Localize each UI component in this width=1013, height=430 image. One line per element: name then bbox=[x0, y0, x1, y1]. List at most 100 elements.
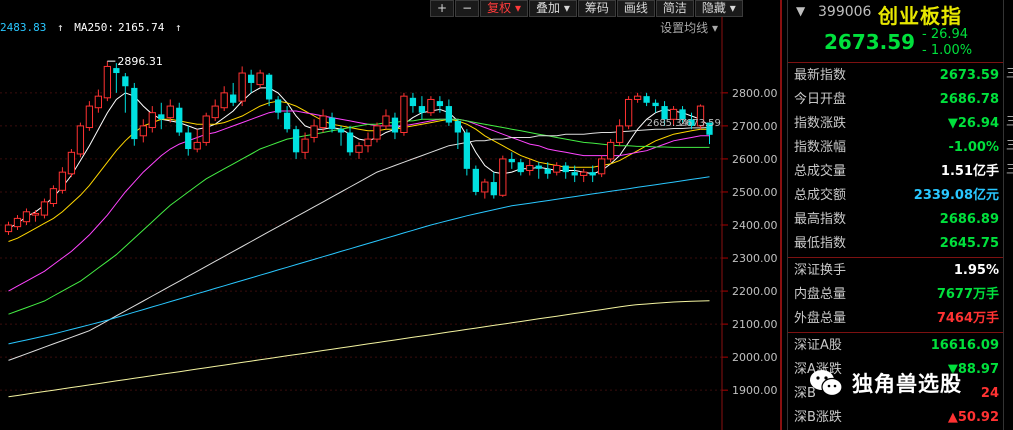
y-tick-label: 2700.00 bbox=[732, 120, 778, 133]
candle-body bbox=[113, 68, 120, 74]
candle-body bbox=[131, 87, 138, 140]
candle-body bbox=[49, 188, 58, 205]
restore-rights-button[interactable]: 复权 ▾ bbox=[480, 0, 528, 17]
ma250-label: MA250: bbox=[74, 21, 114, 34]
quote-row: 深证A股 16616.09 bbox=[788, 334, 1003, 358]
quote-row-value: -1.00% bbox=[948, 140, 1000, 155]
candle-body bbox=[607, 141, 615, 160]
quote-row: 最低指数 2645.75 bbox=[788, 232, 1003, 256]
y-tick-label: 2400.00 bbox=[732, 219, 778, 232]
candle-body bbox=[265, 74, 273, 100]
candle-body bbox=[427, 98, 435, 114]
y-tick-label: 2000.00 bbox=[732, 351, 778, 364]
candle-body bbox=[400, 95, 408, 133]
candle-body bbox=[238, 72, 246, 102]
watermark: 独角兽选股 bbox=[808, 368, 962, 398]
candle-body bbox=[436, 101, 444, 107]
quote-row-label: 总成交量 bbox=[794, 164, 847, 179]
candle-body bbox=[202, 115, 210, 143]
collapse-arrow-icon[interactable]: ▼ bbox=[796, 4, 805, 18]
candle-body bbox=[248, 74, 255, 83]
ma250-value: 2165.74 bbox=[117, 21, 165, 34]
candle-body bbox=[76, 125, 85, 155]
candle-body bbox=[346, 132, 354, 153]
ma-settings-label: 设置均线 bbox=[660, 21, 709, 35]
zoom-in-button[interactable]: + bbox=[430, 0, 455, 17]
quote-panel: ▼ 399006 创业板指 2673.59 - 26.94 - 1.00% 最新… bbox=[788, 0, 1003, 430]
index-change-pct: - 1.00% bbox=[922, 43, 973, 58]
ma250-arrow-icon: ↑ bbox=[174, 21, 182, 34]
candle-body bbox=[122, 76, 129, 87]
candle-body bbox=[535, 165, 542, 169]
quote-row-label: 指数涨幅 bbox=[794, 140, 847, 155]
candle-body bbox=[94, 95, 103, 109]
candle-body bbox=[391, 117, 399, 133]
candle-body bbox=[211, 105, 219, 119]
candle-body bbox=[553, 165, 561, 173]
y-tick-label: 2100.00 bbox=[732, 318, 778, 331]
quote-row-label: 内盘总量 bbox=[794, 287, 847, 302]
candle-body bbox=[40, 201, 49, 216]
hide-button[interactable]: 隐藏 ▾ bbox=[694, 0, 743, 17]
hide-label: 隐藏 bbox=[701, 1, 726, 15]
quote-row-label: 深证换手 bbox=[794, 263, 847, 278]
quote-row-value: 1.95% bbox=[953, 263, 999, 278]
candle-body bbox=[85, 105, 94, 129]
quote-row: 内盘总量 7677万手 bbox=[788, 283, 1003, 307]
y-tick-label: 2800.00 bbox=[732, 87, 778, 100]
quote-header: ▼ 399006 创业板指 2673.59 - 26.94 - 1.00% bbox=[788, 0, 1003, 63]
candle-body bbox=[185, 132, 192, 150]
watermark-text: 独角兽选股 bbox=[852, 372, 962, 396]
quote-row: 最新指数 2673.59 bbox=[788, 64, 1003, 88]
quote-row-value: 2673.59 bbox=[939, 68, 999, 83]
candle-body bbox=[571, 172, 578, 176]
candle-body bbox=[310, 125, 318, 138]
candle-body bbox=[633, 95, 642, 100]
quote-row-label: 指数涨跌 bbox=[794, 116, 847, 131]
quote-row-value: ▲50.92 bbox=[947, 410, 999, 425]
index-code: 399006 bbox=[818, 4, 872, 20]
draw-button[interactable]: 画线 bbox=[616, 0, 655, 17]
candle-body bbox=[230, 94, 237, 103]
candle-body bbox=[328, 117, 336, 130]
restore-rights-label: 复权 bbox=[487, 1, 512, 15]
candle-body bbox=[67, 151, 76, 175]
candle-body bbox=[544, 168, 551, 174]
candle-body bbox=[166, 105, 174, 119]
chips-button[interactable]: 筹码 bbox=[577, 0, 616, 17]
quote-row-label: 深B涨跌 bbox=[794, 410, 842, 425]
quote-row-label: 深证A股 bbox=[794, 338, 842, 353]
kline-chart-area[interactable]: 2800.00 2700.00 2600.00 2500.00 2400.00 2300.… bbox=[0, 0, 780, 430]
candle-body bbox=[220, 92, 228, 109]
chevron-down-icon: ▾ bbox=[729, 1, 736, 15]
simple-button[interactable]: 简洁 bbox=[655, 0, 694, 17]
ma-line bbox=[8, 176, 710, 345]
candle-body bbox=[4, 224, 13, 233]
quote-row-value: 24 bbox=[980, 386, 999, 401]
candle-body bbox=[176, 107, 183, 133]
ma-first-arrow-icon: ↑ bbox=[56, 21, 64, 34]
quote-row: 深证换手 1.95% bbox=[788, 259, 1003, 283]
zoom-out-button[interactable]: − bbox=[455, 0, 480, 17]
quote-row: 指数涨跌 ▼26.94 bbox=[788, 112, 1003, 136]
candle-body bbox=[13, 217, 22, 228]
candle-body bbox=[615, 125, 624, 143]
quote-row: 总成交额 2339.08亿元 bbox=[788, 184, 1003, 208]
candle-body bbox=[562, 165, 569, 173]
candle-body bbox=[481, 181, 489, 193]
candle-body bbox=[454, 120, 462, 133]
quote-row-label: 最低指数 bbox=[794, 236, 847, 251]
candle-body bbox=[445, 106, 453, 123]
chart-toolbar: + − 复权 ▾ 叠加 ▾ 筹码 画线 简洁 隐藏 ▾ bbox=[430, 0, 744, 17]
high-label: 2896.31 bbox=[117, 55, 163, 68]
index-name: 创业板指 bbox=[878, 4, 962, 28]
candle-body bbox=[292, 129, 300, 153]
index-change: - 26.94 bbox=[922, 27, 969, 42]
candle-body bbox=[283, 112, 291, 130]
overlay-button[interactable]: 叠加 ▾ bbox=[529, 0, 577, 17]
kline-chart[interactable]: 2800.00 2700.00 2600.00 2500.00 2400.00 2300.… bbox=[0, 0, 780, 430]
ma-settings-dropdown[interactable]: 设置均线 ▾ bbox=[660, 18, 718, 38]
quote-row-value: 1.51亿手 bbox=[940, 164, 999, 179]
wechat-icon bbox=[810, 370, 843, 397]
quote-row-value: 2686.78 bbox=[939, 92, 999, 107]
